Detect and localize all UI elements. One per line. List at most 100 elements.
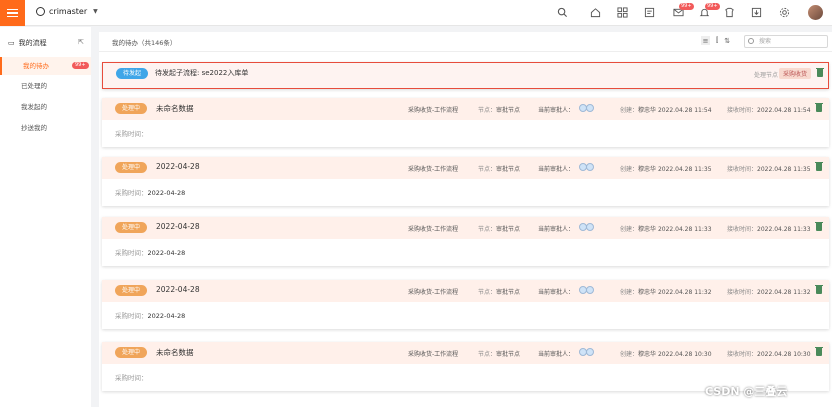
approver-label: 当前审批人： [538, 351, 575, 358]
bell-icon[interactable]: 99+ [698, 3, 720, 19]
sort-icon[interactable]: ⇅ [724, 37, 730, 45]
user-menu[interactable]: crimaster ▼ [36, 7, 98, 16]
search-icon[interactable] [556, 6, 569, 19]
sidebar: ▭ 我的流程 ⇱ 我的待办 99+ 已处理的 我发起的 抄送我的 [0, 27, 91, 407]
card-header: 处理中 未命名数据 采购收货-工作流程 节点：审批节点 当前审批人： 创建：穆忠华 202… [102, 98, 829, 120]
field-value: 2022-04-28 [147, 249, 186, 257]
field-label: 采购时间： [115, 189, 148, 197]
card-header: 处理中 未命名数据 采购收货-工作流程 节点：审批节点 当前审批人： 创建：穆忠华 202… [102, 342, 829, 364]
sidebar-item-label: 我发起的 [21, 103, 47, 111]
flow-name: 采购收货-工作流程 [408, 166, 459, 173]
approver-label: 当前审批人： [538, 226, 575, 233]
bell-badge: 99+ [705, 3, 720, 10]
delete-icon[interactable] [815, 285, 823, 294]
approver-avatars[interactable] [579, 104, 594, 112]
user-icon [36, 7, 45, 16]
list-view-icon[interactable]: ≡ [701, 36, 710, 45]
approver-label: 当前审批人： [538, 166, 575, 173]
task-card[interactable]: 处理中 未命名数据 采购收货-工作流程 节点：审批节点 当前审批人： 创建：穆忠华 202… [102, 98, 829, 147]
card-title: 未命名数据 [156, 348, 194, 357]
sidebar-item-todo[interactable]: 我的待办 99+ [0, 57, 91, 75]
received-time: 2022.04.28 11:32 [757, 289, 811, 296]
approver-avatars[interactable] [579, 223, 594, 231]
node-label: 节点： [478, 226, 497, 233]
node-label: 节点： [478, 107, 497, 114]
received-time: 2022.04.28 11:35 [757, 166, 811, 173]
received-time: 2022.04.28 11:33 [757, 226, 811, 233]
card-body: 采购时间：2022-04-28 [102, 179, 829, 206]
card-title: 2022-04-28 [156, 285, 200, 294]
approver-avatar [586, 104, 594, 112]
delete-icon[interactable] [816, 68, 824, 77]
flow-name: 采购收货-工作流程 [408, 107, 459, 114]
field-label: 采购时间： [115, 249, 148, 257]
approver-avatars[interactable] [579, 348, 594, 356]
menu-icon[interactable] [0, 0, 25, 26]
gear-icon[interactable] [778, 6, 791, 19]
created-time: 2022.04.28 11:32 [657, 289, 712, 296]
document-icon[interactable] [643, 6, 656, 19]
status-badge: 处理中 [115, 103, 148, 114]
task-card[interactable]: 处理中 2022-04-28 采购收货-工作流程 节点：审批节点 当前审批人： 创建：穆忠… [102, 157, 829, 206]
field-value: 2022-04-28 [147, 312, 186, 320]
approver-avatar [586, 163, 594, 171]
card-title: 2022-04-28 [156, 222, 200, 231]
card-header: 处理中 2022-04-28 采购收货-工作流程 节点：审批节点 当前审批人： 创建：穆忠… [102, 157, 829, 179]
field-value: 2022-04-28 [147, 189, 186, 197]
todo-count-badge: 99+ [72, 62, 89, 69]
home-icon[interactable] [589, 6, 602, 19]
delete-icon[interactable] [815, 162, 823, 171]
task-card[interactable]: 处理中 2022-04-28 采购收货-工作流程 节点：审批节点 当前审批人： 创建：穆忠… [102, 280, 829, 329]
creator-name: 穆忠华 [638, 226, 657, 233]
approver-avatar [586, 348, 594, 356]
card-title: 未命名数据 [156, 104, 194, 113]
sidebar-item-cc[interactable]: 抄送我的 [0, 119, 91, 137]
mail-icon[interactable]: 99+ [672, 3, 694, 19]
status-badge: 处理中 [115, 222, 148, 233]
flow-name: 采购收货-工作流程 [408, 226, 459, 233]
node-name: 审批节点 [496, 226, 521, 233]
sidebar-item-processed[interactable]: 已处理的 [0, 77, 91, 95]
task-card[interactable]: 处理中 2022-04-28 采购收货-工作流程 节点：审批节点 当前审批人： 创建：穆忠… [102, 217, 829, 266]
approver-label: 当前审批人： [538, 107, 575, 114]
creator-label: 创建： [620, 166, 639, 173]
creator-name: 穆忠华 [638, 166, 657, 173]
received-time: 2022.04.28 11:54 [757, 107, 811, 114]
sidebar-item-initiated[interactable]: 我发起的 [0, 98, 91, 116]
created-time: 2022.04.28 11:33 [657, 226, 712, 233]
pending-card[interactable]: 待发起 待发起子流程: se2022入库单 处理节点 采购收货 [102, 62, 829, 89]
approver-label: 当前审批人： [538, 289, 575, 296]
creator-label: 创建： [620, 289, 639, 296]
approver-avatar [586, 223, 594, 231]
approver-avatar [586, 286, 594, 294]
download-icon[interactable] [750, 6, 763, 19]
main-panel: 我的待办（共146条） ≡ ⫿ ⇅ 搜索 待发起 待发起子流程: se2022入… [99, 32, 832, 407]
filter-icon[interactable]: ⫿ [716, 36, 718, 45]
username: crimaster [49, 7, 88, 16]
delete-icon[interactable] [815, 103, 823, 112]
sidebar-item-label: 抄送我的 [21, 124, 47, 132]
avatar[interactable] [808, 5, 823, 20]
apps-icon[interactable] [616, 6, 629, 19]
approver-avatars[interactable] [579, 163, 594, 171]
field-label: 采购时间： [115, 130, 148, 138]
received-label: 接收时间： [727, 107, 758, 114]
creator-name: 穆忠华 [638, 351, 657, 358]
shirt-icon[interactable] [723, 6, 736, 19]
mail-badge: 99+ [679, 3, 694, 10]
card-header: 处理中 2022-04-28 采购收货-工作流程 节点：审批节点 当前审批人： 创建：穆忠… [102, 217, 829, 239]
delete-icon[interactable] [815, 347, 823, 356]
search-input[interactable]: 搜索 [744, 35, 828, 48]
card-body: 采购时间：2022-04-28 [102, 302, 829, 329]
approver-avatars[interactable] [579, 286, 594, 294]
delete-icon[interactable] [815, 222, 823, 231]
card-title: 2022-04-28 [156, 162, 200, 171]
status-badge: 处理中 [115, 162, 148, 173]
created-time: 2022.04.28 11:54 [657, 107, 712, 114]
field-label: 采购时间： [115, 374, 148, 382]
flow-icon: ▭ [8, 39, 15, 47]
collapse-icon[interactable]: ⇱ [78, 38, 84, 46]
received-time: 2022.04.28 10:30 [757, 351, 811, 358]
sidebar-item-label: 已处理的 [21, 82, 47, 90]
creator-name: 穆忠华 [638, 107, 657, 114]
